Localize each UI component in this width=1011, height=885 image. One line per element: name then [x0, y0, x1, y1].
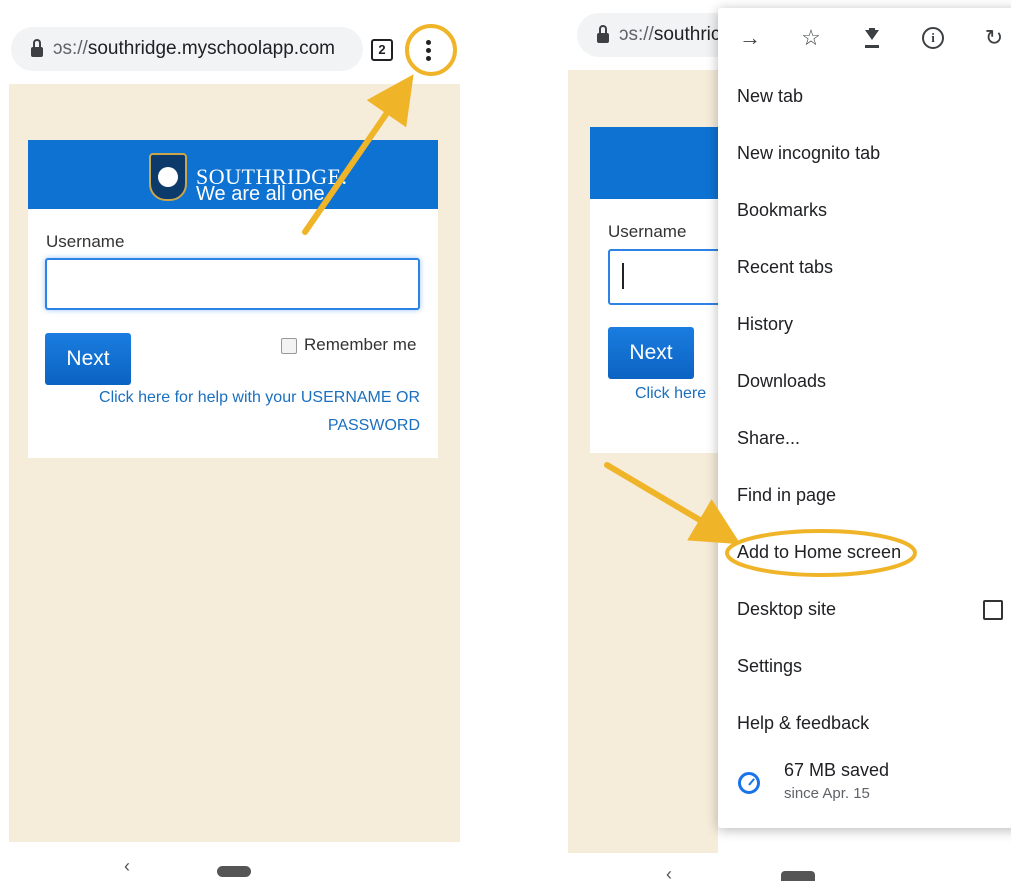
next-button[interactable]: Next [608, 327, 694, 379]
url-text: ɔs://southridge.myschoolapp.com [53, 38, 335, 59]
menu-item-desktop-site[interactable]: Desktop site [718, 581, 1011, 638]
help-link-line1[interactable]: Click here for help with your USERNAME O… [46, 384, 420, 412]
download-icon[interactable] [860, 26, 884, 50]
menu-item-recent-tabs[interactable]: Recent tabs [718, 239, 1011, 296]
menu-item-find-in-page[interactable]: Find in page [718, 467, 1011, 524]
username-label: Username [46, 232, 125, 251]
menu-icon-row: → ☆ i ↻ [718, 8, 1011, 68]
next-button[interactable]: Next [45, 333, 131, 385]
menu-item-new-tab[interactable]: New tab [718, 68, 1011, 125]
nav-back-icon[interactable]: ‹ [124, 856, 130, 877]
desktop-site-label: Desktop site [737, 599, 837, 619]
menu-item-history[interactable]: History [718, 296, 1011, 353]
address-bar[interactable]: ɔs://southridge.myschoolapp.com [11, 27, 363, 71]
help-link-line2[interactable]: PASSWORD [46, 412, 420, 440]
left-screen: ɔs://southridge.myschoolapp.com 2 SOUTHR… [0, 0, 470, 879]
nav-back-icon[interactable]: ‹ [666, 864, 672, 885]
remember-me-label: Remember me [304, 335, 417, 354]
menu-list: New tab New incognito tab Bookmarks Rece… [718, 68, 1011, 818]
forward-icon[interactable]: → [738, 25, 762, 50]
data-saver-summary[interactable]: 67 MB saved since Apr. 15 [718, 752, 1011, 818]
nav-home-icon[interactable] [781, 871, 815, 881]
menu-item-new-incognito-tab[interactable]: New incognito tab [718, 125, 1011, 182]
username-input[interactable] [45, 258, 420, 310]
savings-amount: 67 MB saved [784, 760, 890, 780]
url-text: ɔs://southric [619, 24, 721, 45]
text-caret [622, 263, 624, 289]
menu-item-settings[interactable]: Settings [718, 638, 1011, 695]
menu-item-help-feedback[interactable]: Help & feedback [718, 695, 1011, 752]
nav-home-icon[interactable] [217, 866, 251, 877]
overflow-menu: → ☆ i ↻ New tab New incognito tab Bookma… [718, 8, 1011, 828]
data-saver-gauge-icon [738, 772, 760, 794]
school-crest-icon [149, 153, 187, 201]
username-input[interactable] [608, 249, 727, 305]
info-icon[interactable]: i [921, 26, 945, 50]
lock-icon [31, 39, 43, 57]
menu-item-downloads[interactable]: Downloads [718, 353, 1011, 410]
reload-icon[interactable]: ↻ [982, 25, 1006, 50]
desktop-site-checkbox[interactable] [983, 600, 1003, 620]
help-link[interactable]: Click here for help with your USERNAME O… [46, 384, 420, 440]
username-label: Username [608, 222, 687, 241]
menu-item-bookmarks[interactable]: Bookmarks [718, 182, 1011, 239]
savings-since: since Apr. 15 [784, 785, 870, 802]
menu-item-add-to-home-screen[interactable]: Add to Home screen [718, 524, 1011, 581]
remember-me-checkbox[interactable] [281, 338, 297, 354]
brand-tagline: We are all one [196, 183, 325, 205]
lock-icon [597, 25, 609, 43]
menu-kebab-icon[interactable] [426, 37, 432, 64]
star-icon[interactable]: ☆ [799, 25, 823, 50]
school-banner [590, 127, 720, 199]
tab-switcher-button[interactable]: 2 [371, 39, 393, 61]
menu-item-share[interactable]: Share... [718, 410, 1011, 467]
help-link-partial[interactable]: Click here [635, 380, 706, 408]
